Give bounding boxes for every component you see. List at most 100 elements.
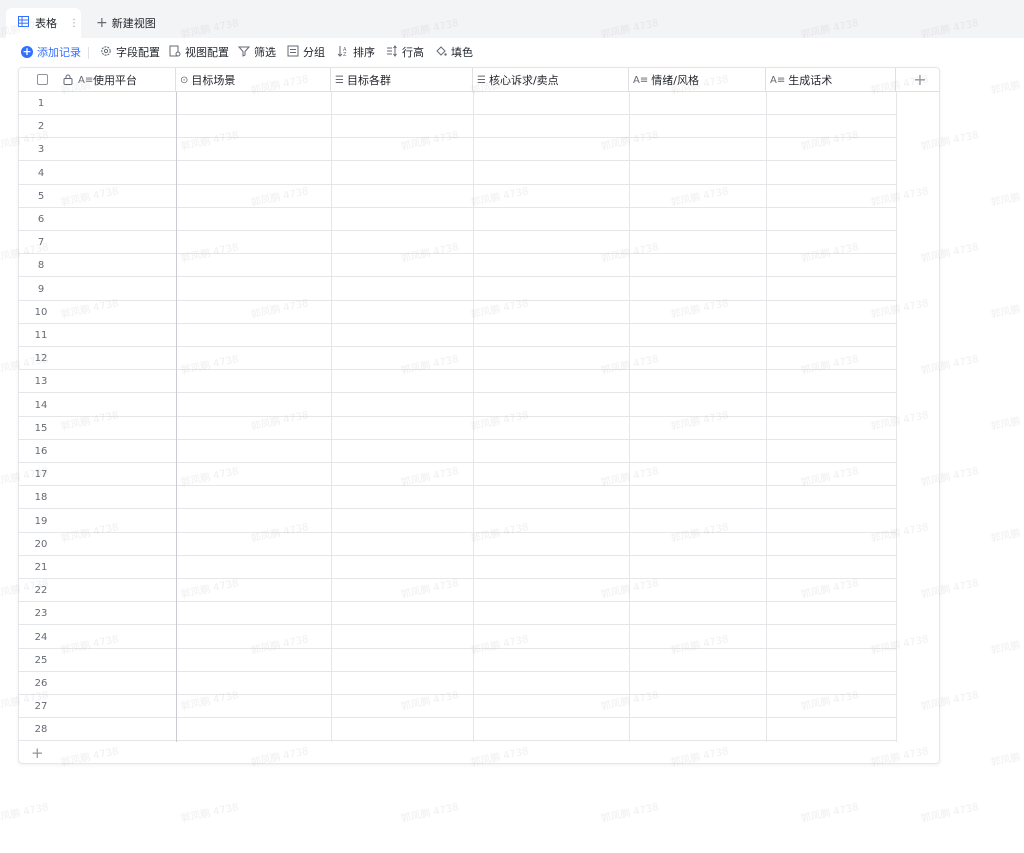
table-row[interactable]: 16 [19,440,896,463]
table-row[interactable]: 1 [19,92,896,115]
filter-button[interactable]: 筛选 [238,44,276,60]
multi-select-icon: ☰ [477,74,486,86]
table-row[interactable]: 3 [19,138,896,162]
watermark-text: 郭凤鹏 4738 [0,801,50,825]
tab-table-view[interactable]: 表格 ⋮ [6,8,81,38]
column-label: 核心诉求/卖点 [488,74,559,87]
table-row[interactable]: 7 [19,231,896,255]
row-height-button[interactable]: 行高 [386,44,424,60]
table-header: A≡ 使用平台 ⊙ 目标场景 ☰ 目标各群 ☰ 核心诉求/卖点 A≡ 情绪/风格… [19,68,939,92]
sort-button[interactable]: AZ 排序 [337,44,375,60]
table-row[interactable]: 26 [19,672,896,695]
watermark-text: 郭凤鹏 4738 [989,634,1024,657]
field-config-button[interactable]: 字段配置 [100,44,160,60]
column-label: 使用平台 [93,74,137,87]
table-row[interactable]: 25 [19,649,896,672]
grid-icon [18,16,29,30]
table-row[interactable]: 8 [19,254,896,278]
row-number: 7 [37,237,45,249]
column-header-platform[interactable]: A≡ 使用平台 [19,68,176,92]
table-row[interactable]: 21 [19,556,896,579]
table-row[interactable]: 12 [19,347,896,371]
table-row[interactable]: 20 [19,533,896,556]
table-row[interactable]: 14 [19,394,896,417]
new-view-label: 新建视图 [111,17,156,30]
column-header-audience[interactable]: ☰ 目标各群 [331,68,473,92]
table-row[interactable]: 11 [19,324,896,347]
table-row[interactable]: 9 [19,278,896,301]
table-row[interactable]: 22 [19,579,896,603]
add-circle-icon: + [21,45,33,58]
table-row[interactable]: 10 [19,301,896,324]
row-number: 26 [34,678,48,689]
row-number: 9 [37,283,45,295]
column-label: 目标各群 [346,74,391,87]
row-number: 24 [34,631,48,643]
table-row[interactable]: 5 [19,185,896,208]
row-number: 13 [34,376,48,388]
fill-color-button[interactable]: 填色 [435,44,473,60]
view-config-label: 视图配置 [185,46,229,59]
add-record-button[interactable]: + 添加记录 [21,44,81,60]
fill-color-label: 填色 [451,46,473,59]
row-number: 10 [34,306,48,318]
column-header-style[interactable]: A≡ 情绪/风格 [629,68,766,92]
select-all-checkbox[interactable] [37,74,48,85]
row-number: 15 [34,422,48,434]
column-header-scene[interactable]: ⊙ 目标场景 [176,68,331,92]
row-number: 23 [34,608,48,620]
table-row[interactable]: 2 [19,115,896,139]
sort-label: 排序 [353,46,375,59]
table-row[interactable]: 19 [19,510,896,533]
toolbar-divider [88,47,89,59]
table-row[interactable]: 13 [19,370,896,394]
svg-text:Z: Z [343,52,347,57]
paint-bucket-icon [435,45,447,60]
view-settings-icon [169,45,181,60]
column-divider [473,92,474,742]
group-button[interactable]: 分组 [287,44,325,60]
watermark-text: 郭凤鹏 4738 [179,801,240,825]
single-select-icon: ⊙ [180,74,189,86]
row-number: 8 [37,260,45,272]
add-row-button[interactable]: + [31,744,44,762]
column-header-selling-point[interactable]: ☰ 核心诉求/卖点 [473,68,629,92]
column-label: 情绪/风格 [651,74,699,87]
table-row[interactable]: 27 [19,695,896,719]
view-config-button[interactable]: 视图配置 [169,44,229,60]
table-row[interactable]: 24 [19,626,896,649]
table-row[interactable]: 18 [19,486,896,510]
add-column-button[interactable]: + [909,68,931,92]
table-row[interactable]: 23 [19,602,896,626]
row-number: 27 [34,701,48,713]
table-row[interactable]: 6 [19,208,896,231]
more-options-icon[interactable]: ⋮ [69,18,79,29]
watermark-text: 郭凤鹏 4738 [989,410,1024,433]
text-field-icon: A≡ [770,74,786,86]
column-divider [766,92,767,742]
watermark-text: 郭凤鹏 4738 [989,74,1024,97]
watermark-text: 郭凤鹏 4738 [599,801,660,825]
row-number: 14 [34,399,48,411]
view-tabbar: 表格 ⋮ + 新建视图 [0,0,1024,38]
table-row[interactable]: 4 [19,162,896,185]
column-header-script[interactable]: A≡ 生成话术 [766,68,896,92]
column-label: 生成话术 [788,74,833,87]
new-view-button[interactable]: + 新建视图 [96,14,156,32]
add-record-label: 添加记录 [37,46,81,59]
table-row[interactable]: 17 [19,463,896,487]
column-divider [629,92,630,742]
column-label: 目标场景 [191,74,236,87]
column-divider [896,92,897,742]
frozen-column-divider [176,92,177,742]
filter-label: 筛选 [254,46,276,59]
row-height-icon [386,44,398,60]
row-number: 21 [34,562,48,573]
row-number: 12 [34,353,48,365]
row-number: 25 [34,654,48,666]
text-field-icon: A≡ [78,74,94,86]
watermark-text: 郭凤鹏 4738 [989,298,1024,321]
table-row[interactable]: 28 [19,718,896,742]
table-row[interactable]: 15 [19,417,896,440]
row-number: 2 [37,121,45,133]
